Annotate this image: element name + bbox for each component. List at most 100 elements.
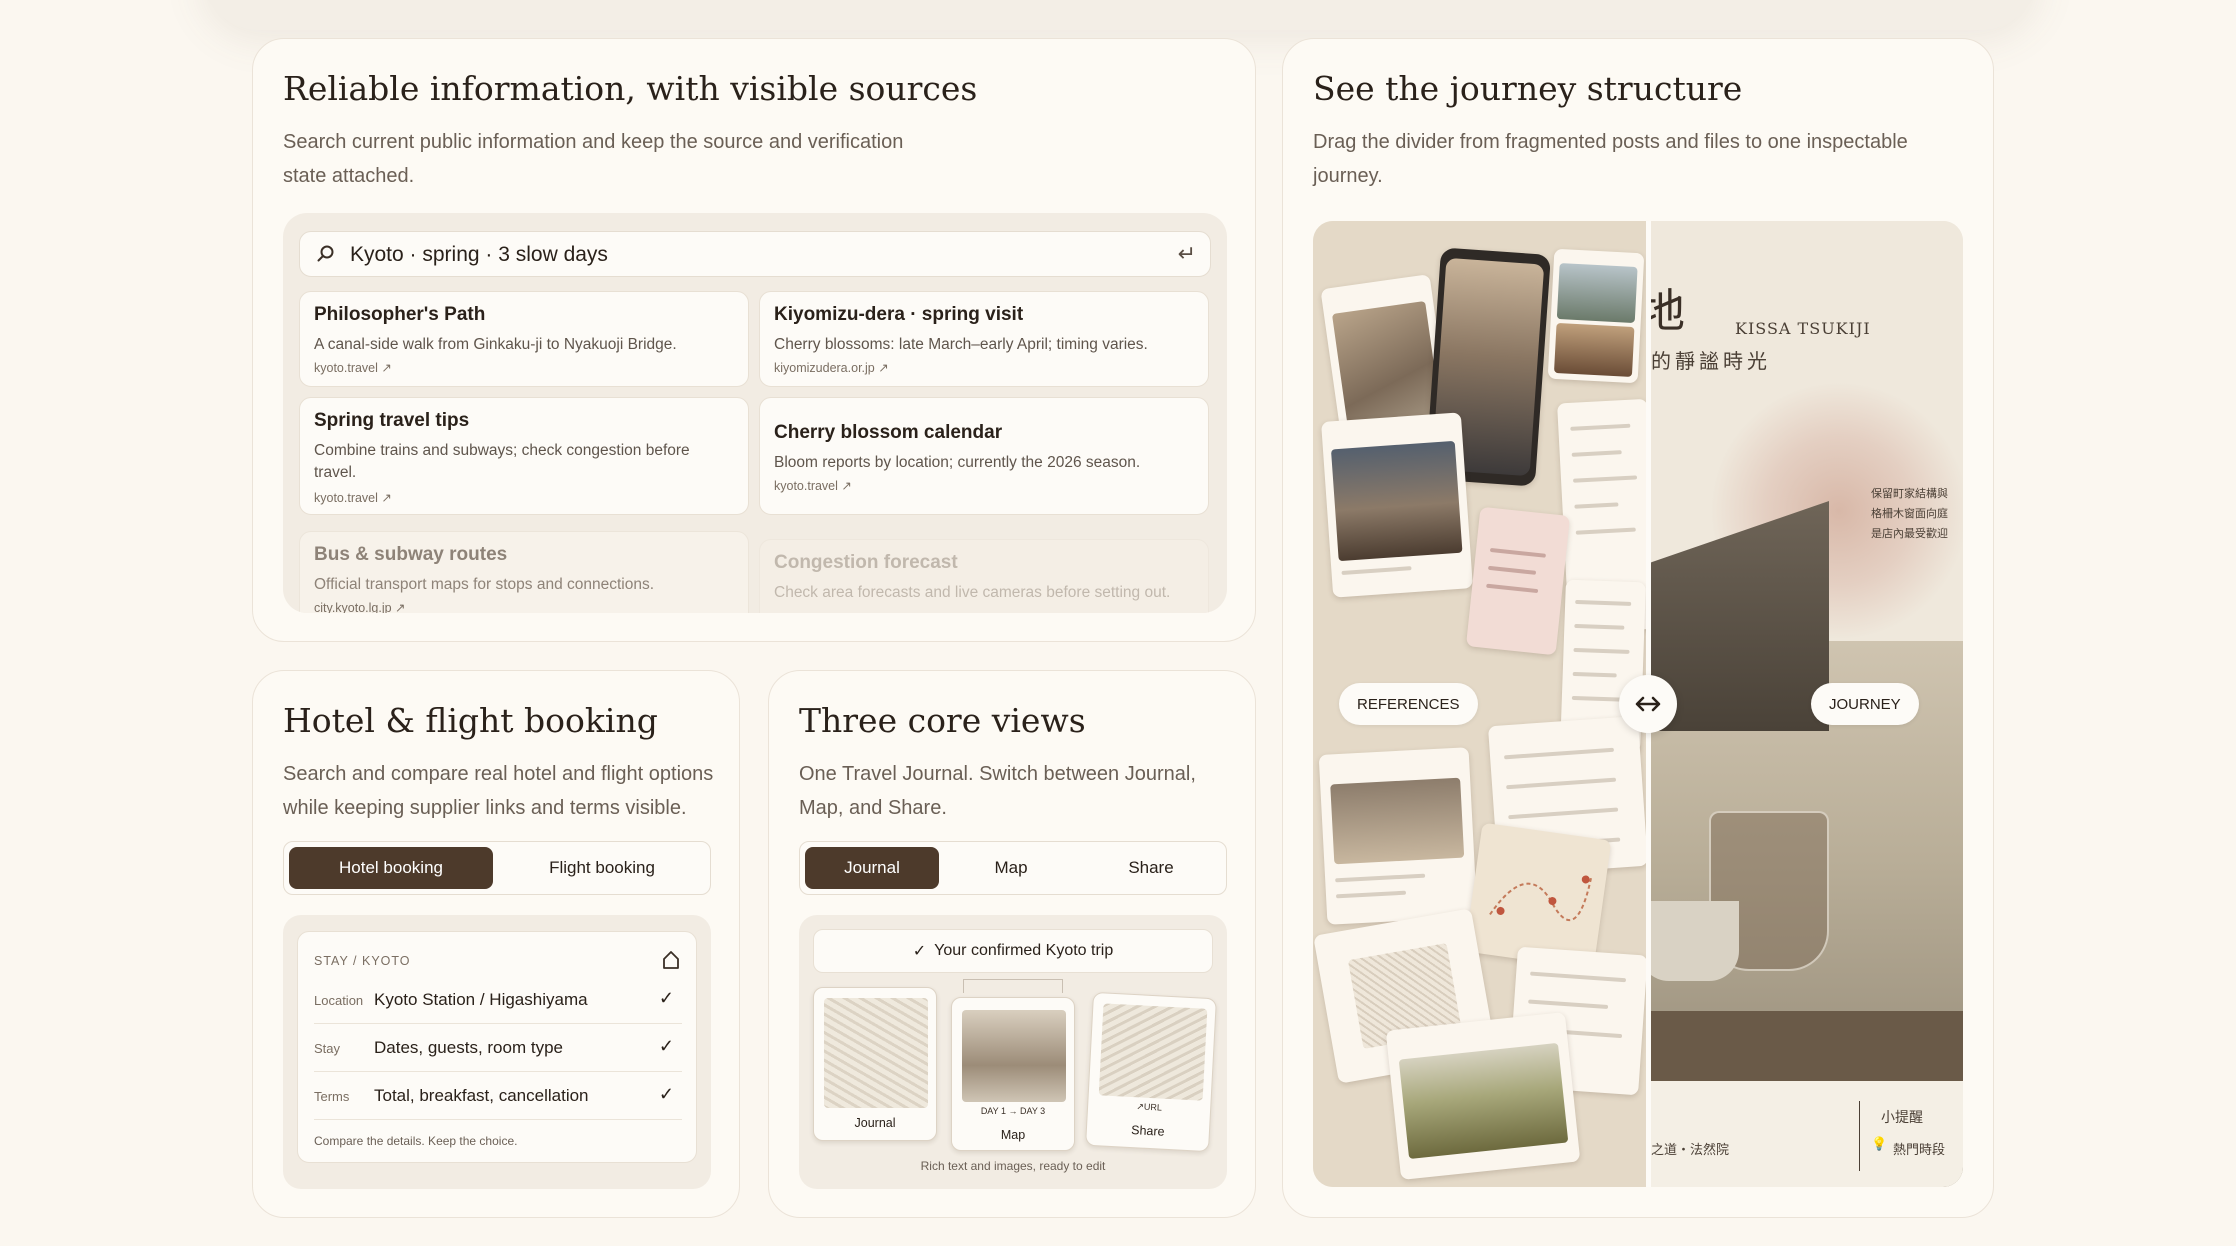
confirmed-trip-text: Your confirmed Kyoto trip — [934, 942, 1114, 959]
tab-hotel-booking[interactable]: Hotel booking — [289, 847, 493, 889]
lightbulb-icon: 💡 — [1871, 1137, 1888, 1152]
views-caption: Rich text and images, ready to edit — [920, 1159, 1106, 1173]
views-preview-panel: ✓ Your confirmed Kyoto trip Journal DAY … — [799, 915, 1227, 1189]
result-card[interactable]: Spring travel tips Combine trains and su… — [299, 397, 749, 515]
mountain-photo — [1556, 263, 1638, 324]
shop-note-2: 格柵木窗面向庭 — [1871, 507, 1948, 520]
card-title: Three core views — [799, 701, 1086, 740]
hotel-post — [1318, 747, 1478, 925]
top-shadow — [200, 0, 2040, 30]
stay-row-terms[interactable]: Terms Total, breakfast, cancellation ✓ — [314, 1072, 682, 1120]
result-title: Bus & subway routes — [314, 544, 508, 565]
card-description: Search and compare real hotel and flight… — [283, 763, 714, 819]
search-panel: Kyoto · spring · 3 slow days ↵ Philosoph… — [283, 213, 1227, 613]
journey-footer-text: 之道・法然院 — [1651, 1143, 1730, 1158]
card-title: See the journey structure — [1313, 69, 1743, 108]
result-title: Philosopher's Path — [314, 304, 486, 325]
thumb-caption: DAY 1 → DAY 3 — [980, 1106, 1046, 1116]
journal-view-thumb[interactable]: Journal — [813, 987, 937, 1141]
journal-illustration — [824, 998, 928, 1108]
result-card[interactable]: Congestion forecast Check area forecasts… — [759, 539, 1209, 613]
journey-structure-card: See the journey structure Drag the divid… — [1282, 38, 1994, 1218]
result-card[interactable]: Kiyomizu-dera · spring visit Cherry blos… — [759, 291, 1209, 387]
hotel-room-photo — [1330, 777, 1465, 865]
row-value: Total, breakfast, cancellation — [374, 1086, 589, 1105]
journey-footer — [1649, 1081, 1963, 1187]
core-views-card: Three core views One Travel Journal. Swi… — [768, 670, 1256, 1218]
stay-summary: STAY / KYOTO Location Kyoto Station / Hi… — [297, 931, 697, 1163]
reliable-info-card: Reliable information, with visible sourc… — [252, 38, 1256, 642]
map-view-thumb[interactable]: DAY 1 → DAY 3 Map — [951, 997, 1075, 1151]
check-icon: ✓ — [658, 1036, 674, 1056]
view-tabs: Journal Map Share — [799, 841, 1227, 895]
divider-handle[interactable] — [1619, 675, 1677, 733]
row-label: Terms — [314, 1089, 350, 1104]
result-desc: A canal-side walk from Ginkaku-ji to Nya… — [314, 336, 677, 353]
tab-flight-booking[interactable]: Flight booking — [498, 847, 706, 889]
map-sketch — [1489, 875, 1592, 922]
result-card[interactable]: Bus & subway routes Official transport m… — [299, 531, 749, 613]
tip-title: 小提醒 — [1881, 1110, 1923, 1126]
share-view-thumb[interactable]: ↗URL Share — [1085, 991, 1217, 1153]
shop-note-1: 保留町家結構與 — [1871, 487, 1948, 500]
shop-latin-name: KISSA TSUKIJI — [1735, 319, 1871, 338]
stay-row-location[interactable]: Location Kyoto Station / Higashiyama ✓ — [314, 976, 682, 1024]
stay-header: STAY / KYOTO — [314, 954, 411, 968]
check-icon: ✓ — [658, 988, 674, 1008]
coffee-cup — [1649, 901, 1739, 981]
tip-text: 熱門時段 — [1893, 1143, 1946, 1158]
result-desc: Cherry blossoms: late March–early April;… — [774, 336, 1148, 353]
drag-arrows-icon — [1635, 696, 1661, 712]
card-title: Hotel & flight booking — [283, 701, 658, 740]
map-illustration — [962, 1010, 1066, 1102]
handwritten-note — [1465, 506, 1571, 656]
result-title: Kiyomizu-dera · spring visit — [774, 304, 1024, 325]
seaside-photo — [1330, 440, 1463, 562]
result-desc: Official transport maps for stops and co… — [314, 576, 655, 593]
shop-note-3: 是店內最受歡迎 — [1871, 527, 1948, 540]
result-title: Congestion forecast — [774, 552, 958, 573]
reference-post — [1321, 412, 1473, 598]
search-bar[interactable]: Kyoto · spring · 3 slow days ↵ — [299, 231, 1211, 277]
footer-rule — [1859, 1101, 1860, 1171]
result-card[interactable]: Cherry blossom calendar Bloom reports by… — [759, 397, 1209, 515]
search-icon — [317, 245, 334, 262]
row-value: Dates, guests, room type — [374, 1038, 563, 1057]
enter-icon[interactable]: ↵ — [1178, 241, 1196, 267]
source-link[interactable]: city.kyoto.lg.jp ↗ — [314, 600, 406, 613]
stay-row-stay[interactable]: Stay Dates, guests, room type ✓ — [314, 1024, 682, 1072]
check-icon: ✓ — [658, 1084, 674, 1104]
source-link[interactable]: kyoto.travel ↗ — [774, 478, 852, 493]
building-photo — [1553, 322, 1635, 377]
source-link[interactable]: kiyomizudera.or.jp ↗ — [774, 360, 889, 375]
tab-share[interactable]: Share — [1084, 847, 1218, 889]
result-title: Spring travel tips — [314, 410, 470, 431]
thumb-label: Map — [1000, 1128, 1026, 1142]
source-link[interactable]: kyoto.travel ↗ — [314, 490, 392, 505]
connector-line — [963, 979, 1063, 993]
tuscany-photo — [1398, 1042, 1569, 1160]
row-value: Kyoto Station / Higashiyama — [374, 990, 588, 1009]
source-link[interactable]: kyoto.travel ↗ — [314, 360, 392, 375]
result-desc: Bloom reports by location; currently the… — [774, 454, 1141, 471]
stay-footer: Compare the details. Keep the choice. — [314, 1134, 518, 1148]
search-query[interactable]: Kyoto · spring · 3 slow days — [350, 243, 608, 267]
result-desc: Combine trains and subways; check conges… — [314, 442, 690, 481]
share-illustration — [1098, 1003, 1208, 1101]
card-description: One Travel Journal. Switch between Journ… — [799, 763, 1196, 819]
home-icon — [663, 951, 679, 969]
result-card[interactable]: Philosopher's Path A canal-side walk fro… — [299, 291, 749, 387]
tab-map[interactable]: Map — [944, 847, 1078, 889]
result-desc: Check area forecasts and live cameras be… — [774, 584, 1171, 601]
journey-label: JOURNEY — [1811, 683, 1919, 725]
references-label: REFERENCES — [1339, 683, 1478, 725]
booking-card: Hotel & flight booking Search and compar… — [252, 670, 740, 1218]
reference-post — [1547, 248, 1645, 384]
before-after-compare[interactable]: 地 KISSA TSUKIJI 的靜謐時光 保留町家結構與 格柵木窗面向庭 是店… — [1313, 221, 1963, 1187]
tab-journal[interactable]: Journal — [805, 847, 939, 889]
row-label: Stay — [314, 1041, 341, 1056]
check-icon: ✓ — [912, 943, 927, 960]
thumb-label: Share — [1130, 1123, 1165, 1139]
card-description: Drag the divider from fragmented posts a… — [1313, 131, 1908, 187]
row-label: Location — [314, 993, 364, 1008]
